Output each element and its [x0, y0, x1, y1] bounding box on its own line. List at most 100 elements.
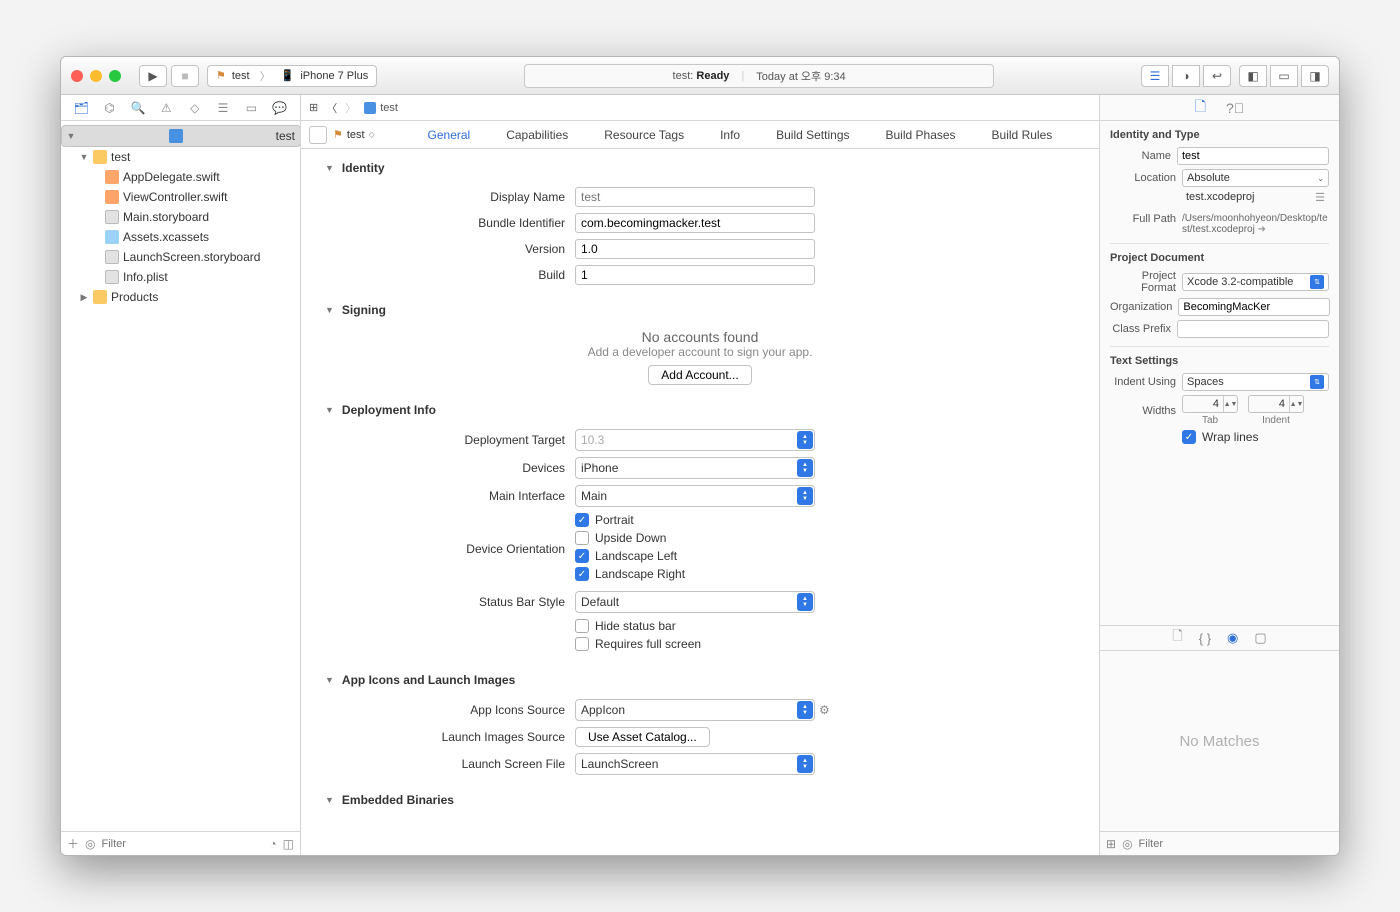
folder-test[interactable]: ▼test	[61, 147, 300, 167]
inspector-identity-title: Identity and Type	[1110, 129, 1329, 141]
class-prefix-input[interactable]	[1177, 320, 1329, 338]
build-input[interactable]	[575, 265, 815, 285]
tab-info[interactable]: Info	[702, 121, 758, 149]
report-navigator-tab[interactable]: 💬	[271, 100, 289, 116]
file-appdelegate[interactable]: AppDelegate.swift	[61, 167, 300, 187]
close-icon[interactable]	[71, 70, 83, 82]
section-app-icons[interactable]: App Icons and Launch Images	[342, 673, 515, 687]
library-grid-icon[interactable]: ⊞	[1106, 837, 1116, 851]
launch-screen-select[interactable]: LaunchScreen▲▼	[575, 753, 815, 775]
main-interface-select[interactable]: Main▲▼	[575, 485, 815, 507]
find-navigator-tab[interactable]: 🔍	[129, 100, 147, 116]
inspector-text-title: Text Settings	[1110, 355, 1329, 367]
project-navigator-tab[interactable]: 🗂	[72, 100, 90, 116]
wrap-lines-checkbox[interactable]: ✓Wrap lines	[1182, 430, 1258, 444]
scheme-app: test	[232, 70, 250, 82]
file-viewcontroller[interactable]: ViewController.swift	[61, 187, 300, 207]
forward-button[interactable]: 〉	[345, 100, 356, 116]
scheme-device: iPhone 7 Plus	[300, 70, 368, 82]
inspector-location-select[interactable]: Absolute⌄	[1182, 169, 1329, 187]
help-inspector-tab[interactable]: ?⃝	[1226, 100, 1244, 116]
library-filter-icon: ◎	[1122, 837, 1132, 851]
toggle-navigator-button[interactable]: ◧	[1239, 65, 1267, 87]
breakpoint-navigator-tab[interactable]: ▭	[242, 100, 260, 116]
editor-assistant-button[interactable]: ◑	[1172, 65, 1200, 87]
orientation-landscape-left-checkbox[interactable]: ✓Landscape Left	[575, 549, 685, 563]
reveal-icon[interactable]: ☰	[1315, 191, 1325, 209]
stop-button[interactable]: ■	[171, 65, 199, 87]
related-items-button[interactable]: ⊞	[309, 101, 318, 114]
tab-resource-tags[interactable]: Resource Tags	[586, 121, 702, 149]
issue-navigator-tab[interactable]: ⚠	[157, 100, 175, 116]
library-file-templates-tab[interactable]: 🗋	[1172, 627, 1182, 649]
jumpbar-path[interactable]: test	[364, 102, 398, 114]
library-objects-tab[interactable]: ◉	[1227, 630, 1238, 646]
tab-width-stepper[interactable]: 4▲▼	[1182, 395, 1238, 413]
debug-navigator-tab[interactable]: ☰	[214, 100, 232, 116]
project-format-select[interactable]: Xcode 3.2-compatible⇅	[1182, 273, 1329, 291]
project-root[interactable]: ▼test	[61, 125, 300, 147]
filter-clock-icon[interactable]: ◔	[269, 837, 276, 851]
window-controls[interactable]	[71, 70, 121, 82]
hide-status-checkbox[interactable]: Hide status bar	[575, 619, 701, 633]
editor-version-button[interactable]: ↩	[1203, 65, 1231, 87]
inspector-projdoc-title: Project Document	[1110, 252, 1329, 264]
navigator-filter-input[interactable]	[102, 838, 264, 850]
display-name-input[interactable]	[575, 187, 815, 207]
requires-full-checkbox[interactable]: Requires full screen	[575, 637, 701, 651]
tab-build-rules[interactable]: Build Rules	[974, 121, 1071, 149]
bundle-id-input[interactable]	[575, 213, 815, 233]
filter-recent-button[interactable]: ◎	[85, 837, 95, 851]
file-launchscreen[interactable]: LaunchScreen.storyboard	[61, 247, 300, 267]
library-media-tab[interactable]: ▢	[1254, 630, 1266, 646]
library-filter-input[interactable]	[1139, 838, 1333, 850]
devices-select[interactable]: iPhone▲▼	[575, 457, 815, 479]
run-button[interactable]: ▶	[139, 65, 167, 87]
library-empty: No Matches	[1100, 651, 1339, 831]
section-identity[interactable]: Identity	[342, 161, 385, 175]
filter-scm-icon[interactable]: ◫	[283, 837, 294, 851]
organization-input[interactable]	[1178, 298, 1330, 316]
symbol-navigator-tab[interactable]: ⌬	[101, 100, 119, 116]
no-accounts-label: No accounts found	[325, 329, 1075, 345]
tab-build-phases[interactable]: Build Phases	[868, 121, 974, 149]
reveal-in-finder-icon[interactable]: ➜	[1258, 224, 1266, 235]
minimize-icon[interactable]	[90, 70, 102, 82]
add-account-button[interactable]: Add Account...	[648, 365, 751, 385]
add-file-button[interactable]: ＋	[67, 835, 79, 852]
toggle-inspector-button[interactable]: ◨	[1301, 65, 1329, 87]
version-input[interactable]	[575, 239, 815, 259]
tab-build-settings[interactable]: Build Settings	[758, 121, 867, 149]
indent-using-select[interactable]: Spaces⇅	[1182, 373, 1329, 391]
toggle-debug-button[interactable]: ▭	[1270, 65, 1298, 87]
library-code-snippets-tab[interactable]: { }	[1199, 631, 1211, 646]
scheme-selector[interactable]: ⚑ test 〉 📱 iPhone 7 Plus	[207, 65, 377, 87]
gear-icon[interactable]: ⚙	[819, 703, 830, 717]
orientation-upside-checkbox[interactable]: Upside Down	[575, 531, 685, 545]
tab-general[interactable]: General	[410, 121, 489, 149]
targets-list-button[interactable]	[309, 126, 327, 144]
app-icons-source-select[interactable]: AppIcon▲▼	[575, 699, 815, 721]
deployment-target-select[interactable]: 10.3▲▼	[575, 429, 815, 451]
back-button[interactable]: 〈	[326, 100, 337, 116]
folder-products[interactable]: ▶Products	[61, 287, 300, 307]
section-signing[interactable]: Signing	[342, 303, 386, 317]
editor-standard-button[interactable]: ☰	[1141, 65, 1169, 87]
indent-width-stepper[interactable]: 4▲▼	[1248, 395, 1304, 413]
orientation-portrait-checkbox[interactable]: ✓Portrait	[575, 513, 685, 527]
maximize-icon[interactable]	[109, 70, 121, 82]
tab-capabilities[interactable]: Capabilities	[488, 121, 586, 149]
test-navigator-tab[interactable]: ◇	[186, 100, 204, 116]
target-selector[interactable]: ⚑test◇	[333, 128, 375, 141]
orientation-landscape-right-checkbox[interactable]: ✓Landscape Right	[575, 567, 685, 581]
file-inspector-tab[interactable]: 🗋	[1195, 96, 1206, 120]
launch-images-button[interactable]: Use Asset Catalog...	[575, 727, 710, 747]
file-infoplist[interactable]: Info.plist	[61, 267, 300, 287]
activity-status: test: Ready | Today at 오후 9:34	[524, 64, 994, 88]
statusbar-style-select[interactable]: Default▲▼	[575, 591, 815, 613]
file-main-storyboard[interactable]: Main.storyboard	[61, 207, 300, 227]
inspector-name-input[interactable]	[1177, 147, 1329, 165]
section-embedded[interactable]: Embedded Binaries	[342, 793, 454, 807]
folder-assets[interactable]: Assets.xcassets	[61, 227, 300, 247]
section-deployment[interactable]: Deployment Info	[342, 403, 436, 417]
